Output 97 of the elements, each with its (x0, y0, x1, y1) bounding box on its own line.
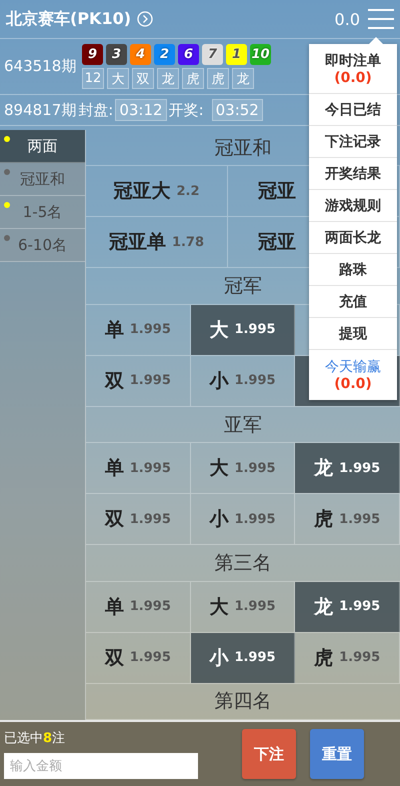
menu-label: 提现 (339, 324, 367, 342)
bet-option[interactable]: 冠亚单 1.78 (86, 217, 228, 268)
odds-value: 1.995 (130, 512, 171, 527)
option-label: 小 (209, 368, 228, 394)
option-label: 大 (209, 318, 228, 343)
tab-label: 两面 (28, 136, 58, 156)
option-label: 大 (209, 456, 228, 482)
option-label: 龙 (314, 594, 334, 620)
menu-item[interactable]: 两面长龙 (309, 222, 397, 254)
amount-value: (0.0) (334, 376, 372, 392)
menu-label: 下注记录 (325, 132, 381, 150)
bet-option[interactable]: 双 1.995 (86, 356, 191, 406)
result-tag: 大 (107, 68, 129, 89)
odds-value: 1.995 (234, 650, 276, 666)
option-label: 双 (104, 646, 124, 671)
menu-item[interactable]: 今天输赢 (0.0) (309, 350, 397, 400)
odds-value: 1.995 (130, 650, 171, 666)
reset-button[interactable]: 重置 (310, 729, 364, 779)
result-tag: 双 (132, 68, 154, 89)
menu-item[interactable]: 开奖结果 (309, 158, 397, 190)
tab-label: 1-5名 (22, 202, 62, 222)
option-label: 小 (209, 507, 228, 532)
option-label: 龙 (314, 456, 334, 482)
odds-value: 1.995 (339, 650, 380, 666)
option-label: 虎 (314, 646, 334, 671)
menu-item[interactable]: 下注记录 (309, 126, 397, 158)
category-tab[interactable]: 两面 (0, 130, 85, 163)
bet-option[interactable]: 小 1.995 (190, 632, 296, 683)
issue-number: 894817期 (4, 100, 76, 120)
odds-value: 1.995 (234, 599, 276, 614)
amount-value: (0.0) (334, 70, 372, 86)
odds-value: 1.995 (234, 373, 276, 388)
odds-value: 1.995 (234, 322, 276, 338)
result-tag: 龙 (232, 68, 254, 89)
option-label: 冠亚大 (113, 179, 170, 204)
odds-value: 1.995 (234, 460, 276, 476)
selection-count: 已选中8注 (4, 730, 66, 747)
odds-value: 1.995 (339, 599, 380, 614)
bet-option[interactable]: 虎 1.995 (295, 494, 400, 544)
odds-value: 1.995 (130, 373, 171, 388)
menu-item[interactable]: 游戏规则 (309, 190, 397, 222)
odds-value: 1.995 (130, 460, 171, 476)
option-label: 冠亚单 (108, 230, 166, 256)
menu-label: 即时注单 (325, 52, 381, 70)
option-label: 单 (104, 318, 124, 343)
bet-option[interactable]: 大 1.995 (190, 304, 296, 355)
result-tag: 虎 (207, 68, 229, 89)
menu-icon[interactable] (368, 8, 394, 30)
issue-number: 643518期 (4, 57, 78, 76)
bet-option[interactable]: 单 1.995 (86, 443, 191, 494)
menu-label: 开奖结果 (325, 164, 381, 182)
balance: 0.0 (334, 10, 360, 28)
game-title: 北京赛车(PK10) (6, 8, 132, 30)
result-tag: 虎 (182, 68, 204, 89)
bet-option[interactable]: 小 1.995 (190, 494, 296, 544)
place-bet-button[interactable]: 下注 (242, 729, 296, 779)
option-label: 双 (104, 368, 124, 394)
menu-label: 两面长龙 (325, 228, 381, 246)
odds-value: 1.995 (130, 322, 171, 338)
bet-option[interactable]: 龙 1.995 (295, 443, 400, 494)
menu-item[interactable]: 即时注单 (0.0) (309, 44, 397, 94)
odds-value: 1.995 (339, 512, 380, 527)
menu-label: 今天输赢 (325, 358, 381, 376)
option-label: 小 (209, 646, 228, 671)
menu-item[interactable]: 路珠 (309, 254, 397, 286)
option-label: 大 (209, 594, 228, 620)
bet-option[interactable]: 虎 1.995 (295, 632, 400, 683)
option-label: 冠亚 (258, 179, 296, 204)
menu-item[interactable]: 提现 (309, 318, 397, 350)
draw-label: 开奖: (168, 100, 204, 120)
option-label: 单 (104, 594, 124, 620)
odds-value: 2.2 (176, 184, 200, 199)
menu-label: 游戏规则 (325, 196, 381, 214)
bet-option[interactable]: 单 1.995 (86, 582, 191, 632)
option-label: 双 (104, 507, 124, 532)
odds-value: 1.995 (339, 460, 380, 476)
option-label: 单 (104, 456, 124, 482)
option-label: 冠亚 (258, 230, 296, 256)
result-tag: 龙 (157, 68, 179, 89)
menu-item[interactable]: 充值 (309, 286, 397, 318)
draw-timer: 03:52 (212, 99, 263, 121)
switch-icon[interactable] (137, 11, 154, 27)
tab-label: 6-10名 (18, 236, 68, 254)
close-timer: 03:12 (115, 99, 167, 121)
bet-option[interactable]: 龙 1.995 (295, 582, 400, 632)
odds-value: 1.78 (172, 234, 204, 250)
close-label: 封盘: (78, 100, 114, 120)
menu-item[interactable]: 今日已结 (309, 94, 397, 126)
option-label: 虎 (314, 507, 334, 532)
tab-label: 冠亚和 (20, 170, 65, 188)
menu-label: 今日已结 (325, 100, 381, 118)
bet-option[interactable]: 冠亚大 2.2 (86, 166, 228, 216)
bet-option[interactable]: 双 1.995 (86, 494, 191, 544)
result-tag: 12 (82, 68, 104, 89)
amount-field[interactable]: 输入金额 (4, 753, 198, 779)
odds-value: 1.995 (234, 512, 276, 527)
odds-value: 1.995 (130, 599, 171, 614)
